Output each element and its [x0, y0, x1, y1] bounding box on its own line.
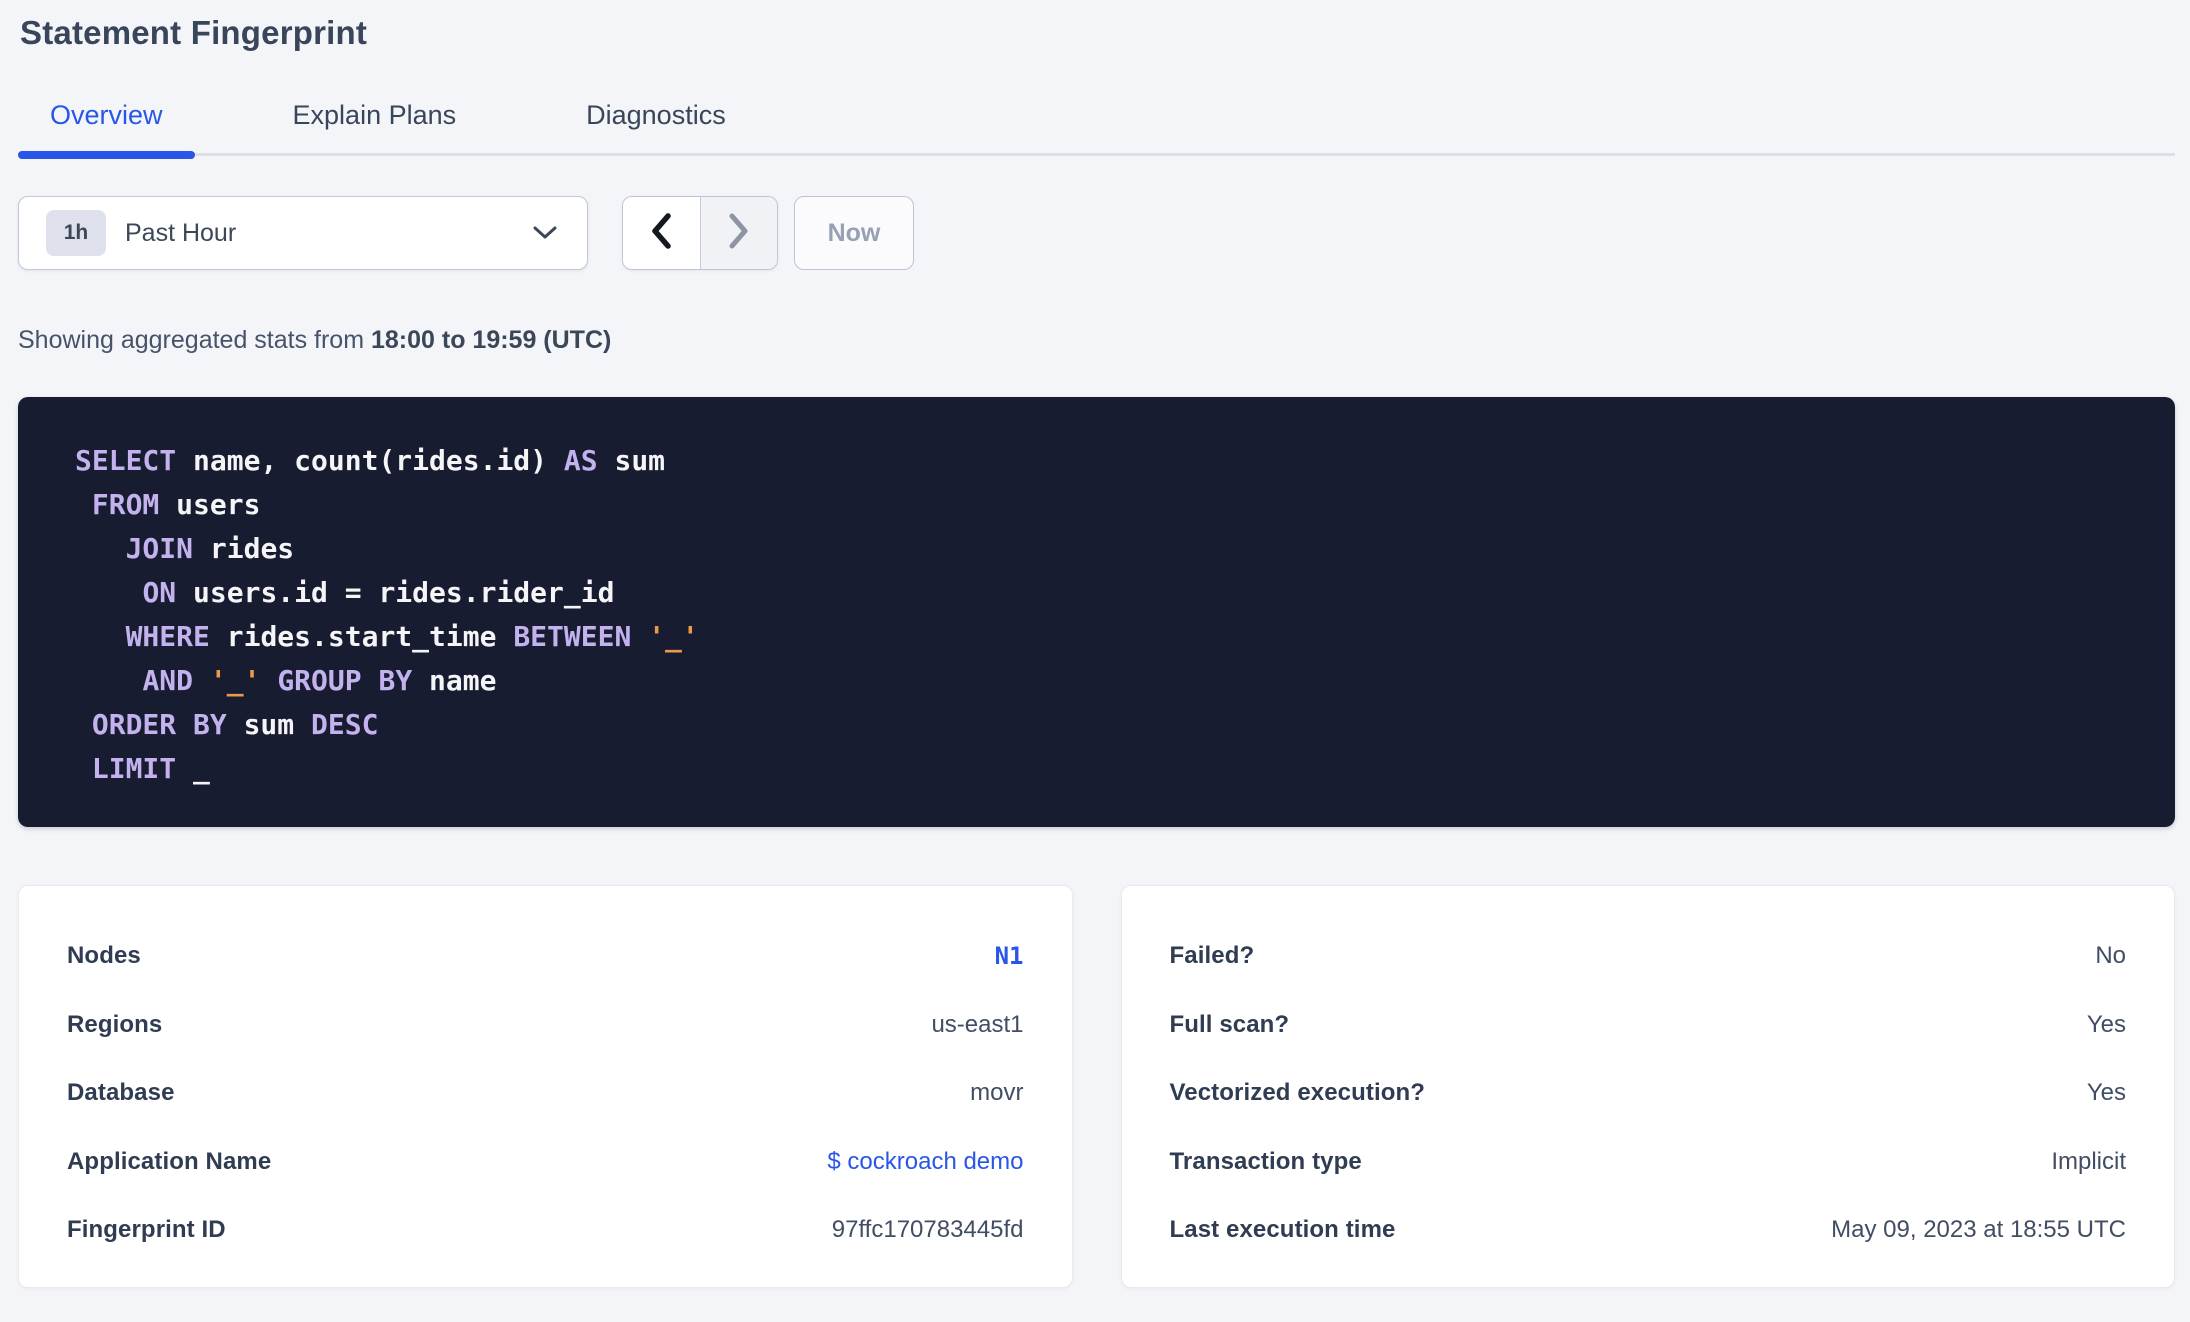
- application-name-link[interactable]: $ cockroach demo: [827, 1148, 1023, 1176]
- now-button[interactable]: Now: [794, 196, 914, 270]
- nodes-link[interactable]: N1: [995, 942, 1024, 970]
- table-row: Transaction type Implicit: [1170, 1128, 2127, 1197]
- row-label-application-name: Application Name: [67, 1147, 272, 1175]
- failed-value: No: [2095, 942, 2126, 970]
- row-label-nodes: Nodes: [67, 942, 141, 970]
- time-controls: 1h Past Hour Now: [18, 196, 2175, 270]
- next-interval-button[interactable]: [699, 197, 777, 269]
- chevron-right-icon: [726, 212, 752, 255]
- table-row: Application Name $ cockroach demo: [67, 1128, 1024, 1197]
- tab-explain-plans[interactable]: Explain Plans: [261, 100, 489, 153]
- sql-line: JOIN rides: [125, 532, 295, 565]
- row-label-vectorized: Vectorized execution?: [1169, 1079, 1426, 1107]
- transaction-type-value: Implicit: [2051, 1147, 2126, 1175]
- row-label-fingerprint-id: Fingerprint ID: [67, 1216, 226, 1244]
- database-value: movr: [970, 1079, 1024, 1107]
- table-row: Vectorized execution? Yes: [1170, 1059, 2127, 1128]
- row-label-transaction-type: Transaction type: [1169, 1147, 1362, 1175]
- table-row: Database movr: [67, 1059, 1024, 1128]
- statement-details-card: Nodes N1 Regions us-east1 Database movr …: [18, 885, 1073, 1288]
- row-label-last-execution-time: Last execution time: [1169, 1216, 1396, 1244]
- chevron-down-icon: [533, 226, 557, 240]
- sql-line: SELECT name, count(rides.id) AS sum: [75, 444, 666, 477]
- last-execution-time-value: May 09, 2023 at 18:55 UTC: [1831, 1216, 2126, 1244]
- table-row: Full scan? Yes: [1170, 991, 2127, 1060]
- tab-overview[interactable]: Overview: [18, 100, 195, 159]
- sql-line: LIMIT _: [91, 752, 210, 785]
- row-label-regions: Regions: [67, 1010, 163, 1038]
- sql-line: ORDER BY sum DESC: [91, 708, 379, 741]
- stats-caption-prefix: Showing aggregated stats from: [18, 326, 371, 354]
- fingerprint-id-value: 97ffc170783445fd: [831, 1216, 1024, 1244]
- summary-cards: Nodes N1 Regions us-east1 Database movr …: [18, 885, 2175, 1288]
- sql-line: AND '_' GROUP BY name: [142, 664, 497, 697]
- tab-bar: Overview Explain Plans Diagnostics: [18, 100, 2175, 159]
- time-step-buttons: [622, 196, 778, 270]
- row-label-failed: Failed?: [1169, 942, 1255, 970]
- time-range-dropdown[interactable]: 1h Past Hour: [18, 196, 588, 270]
- table-row: Fingerprint ID 97ffc170783445fd: [67, 1196, 1024, 1265]
- time-range-label: Past Hour: [125, 218, 237, 247]
- previous-interval-button[interactable]: [623, 197, 700, 269]
- page-title: Statement Fingerprint: [20, 14, 368, 51]
- vectorized-value: Yes: [2086, 1079, 2126, 1107]
- execution-attributes-card: Failed? No Full scan? Yes Vectorized exe…: [1120, 885, 2175, 1288]
- table-row: Last execution time May 09, 2023 at 18:5…: [1170, 1196, 2127, 1265]
- stats-caption-range: 18:00 to 19:59 (UTC): [370, 326, 612, 354]
- statement-fingerprint-page: Statement Fingerprint Overview Explain P…: [0, 0, 2190, 1288]
- full-scan-value: Yes: [2086, 1010, 2126, 1038]
- row-label-full-scan: Full scan?: [1169, 1010, 1290, 1038]
- sql-line: ON users.id = rides.rider_id: [142, 576, 615, 609]
- sql-line: FROM users: [91, 488, 261, 521]
- table-row: Nodes N1: [67, 922, 1024, 991]
- sql-statement-box: SELECT name, count(rides.id) AS sum FROM…: [18, 397, 2175, 827]
- row-label-database: Database: [67, 1079, 175, 1107]
- chevron-left-icon: [648, 212, 674, 255]
- tab-diagnostics[interactable]: Diagnostics: [554, 100, 758, 153]
- table-row: Regions us-east1: [67, 991, 1024, 1060]
- aggregated-stats-caption: Showing aggregated stats from 18:00 to 1…: [18, 326, 2175, 355]
- sql-line: WHERE rides.start_time BETWEEN '_': [125, 620, 699, 653]
- sql-code: SELECT name, count(rides.id) AS sum FROM…: [75, 439, 2135, 791]
- interval-badge: 1h: [46, 210, 106, 256]
- table-row: Failed? No: [1170, 922, 2127, 991]
- regions-value: us-east1: [931, 1010, 1024, 1038]
